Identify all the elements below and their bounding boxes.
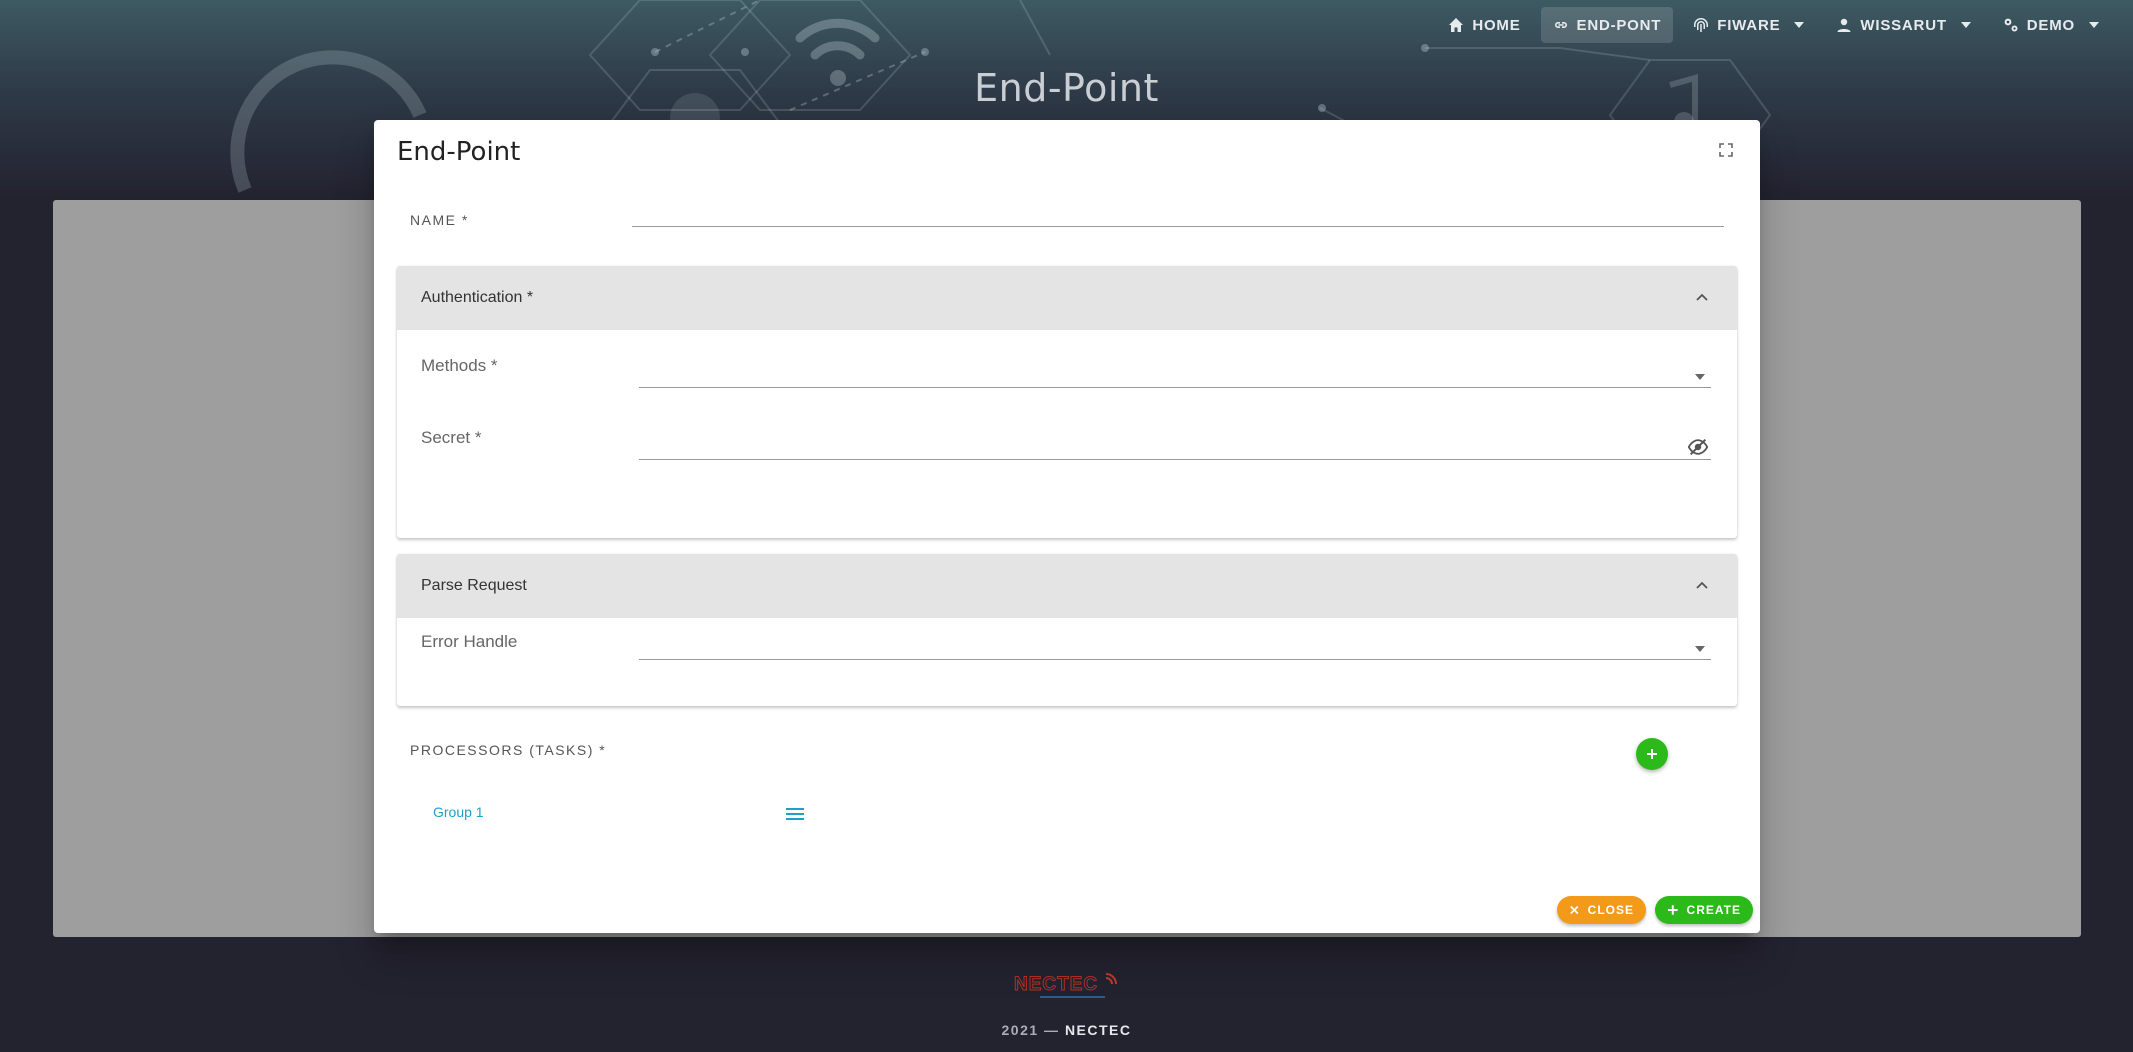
- close-button[interactable]: CLOSE: [1557, 896, 1646, 924]
- chevron-down-icon: [1794, 22, 1805, 28]
- nav-demo[interactable]: DEMO: [1991, 7, 2111, 43]
- svg-text:NECTEC: NECTEC: [1014, 974, 1098, 995]
- settings-cog-icon: [2004, 18, 2018, 32]
- dialog-title: End-Point: [397, 137, 521, 167]
- nav-home-label: HOME: [1472, 16, 1521, 34]
- eye-off-icon[interactable]: [1687, 437, 1709, 457]
- endpoint-dialog: End-Point NAME * Authentication * Method…: [374, 120, 1760, 933]
- dropdown-caret-icon: [1695, 374, 1705, 380]
- chevron-up-icon: [1696, 581, 1708, 589]
- close-icon: [1570, 905, 1579, 915]
- parse-request-panel-header[interactable]: Parse Request: [397, 554, 1737, 618]
- secret-field-wrapper: [639, 430, 1711, 460]
- nav-fiware-label: FIWARE: [1717, 16, 1781, 34]
- close-button-label: CLOSE: [1587, 903, 1634, 917]
- error-handle-label: Error Handle: [421, 632, 518, 651]
- error-handle-select[interactable]: [639, 628, 1711, 660]
- footer-org: NECTEC: [1064, 1022, 1132, 1038]
- nav-home[interactable]: HOME: [1436, 7, 1532, 43]
- authentication-panel: Authentication * Methods * Secret *: [397, 266, 1737, 538]
- fullscreen-icon[interactable]: [1718, 142, 1734, 158]
- person-icon: [1837, 18, 1851, 32]
- chevron-down-icon: [1960, 22, 1971, 28]
- link-icon: [1554, 22, 1567, 28]
- top-navigation: HOME END-PONT FIWARE WISSARUT DEMO: [1436, 7, 2111, 43]
- page-heading: End-Point: [974, 66, 1159, 110]
- nav-demo-label: DEMO: [2026, 16, 2075, 34]
- footer-year: 2021 —: [1001, 1022, 1060, 1038]
- dropdown-caret-icon: [1695, 646, 1705, 652]
- nav-user-label: WISSARUT: [1860, 16, 1947, 34]
- tab-group-1[interactable]: Group 1: [433, 804, 484, 820]
- name-input[interactable]: [632, 201, 1724, 226]
- chevron-up-icon: [1696, 293, 1708, 301]
- nav-endpoint[interactable]: END-PONT: [1540, 7, 1674, 43]
- nectec-logo: NECTEC: [1014, 973, 1117, 998]
- methods-select[interactable]: [639, 358, 1711, 388]
- nav-user[interactable]: WISSARUT: [1824, 7, 1982, 43]
- name-label: NAME *: [410, 212, 469, 228]
- parse-request-panel: Parse Request Error Handle: [397, 554, 1737, 706]
- footer-copyright: 2021 — NECTEC: [0, 1022, 2133, 1038]
- fingerprint-icon: [1694, 18, 1709, 32]
- secret-input[interactable]: [639, 430, 1679, 459]
- create-button-label: CREATE: [1686, 903, 1741, 917]
- nav-endpoint-label: END-PONT: [1576, 16, 1662, 34]
- plus-icon: [1667, 905, 1678, 915]
- parse-request-title: Parse Request: [421, 577, 527, 594]
- create-button[interactable]: CREATE: [1655, 896, 1753, 924]
- plus-icon: [1647, 749, 1657, 759]
- secret-label: Secret *: [421, 428, 482, 447]
- authentication-title: Authentication *: [421, 289, 534, 306]
- menu-icon[interactable]: [785, 806, 805, 822]
- processors-label: PROCESSORS (TASKS) *: [410, 742, 607, 758]
- chevron-down-icon: [2089, 22, 2099, 28]
- nav-fiware[interactable]: FIWARE: [1681, 7, 1816, 43]
- authentication-panel-header[interactable]: Authentication *: [397, 266, 1737, 330]
- methods-label: Methods *: [421, 356, 498, 375]
- name-field-wrapper: [632, 201, 1724, 227]
- add-processor-button[interactable]: [1636, 738, 1668, 770]
- home-icon: [1449, 18, 1464, 32]
